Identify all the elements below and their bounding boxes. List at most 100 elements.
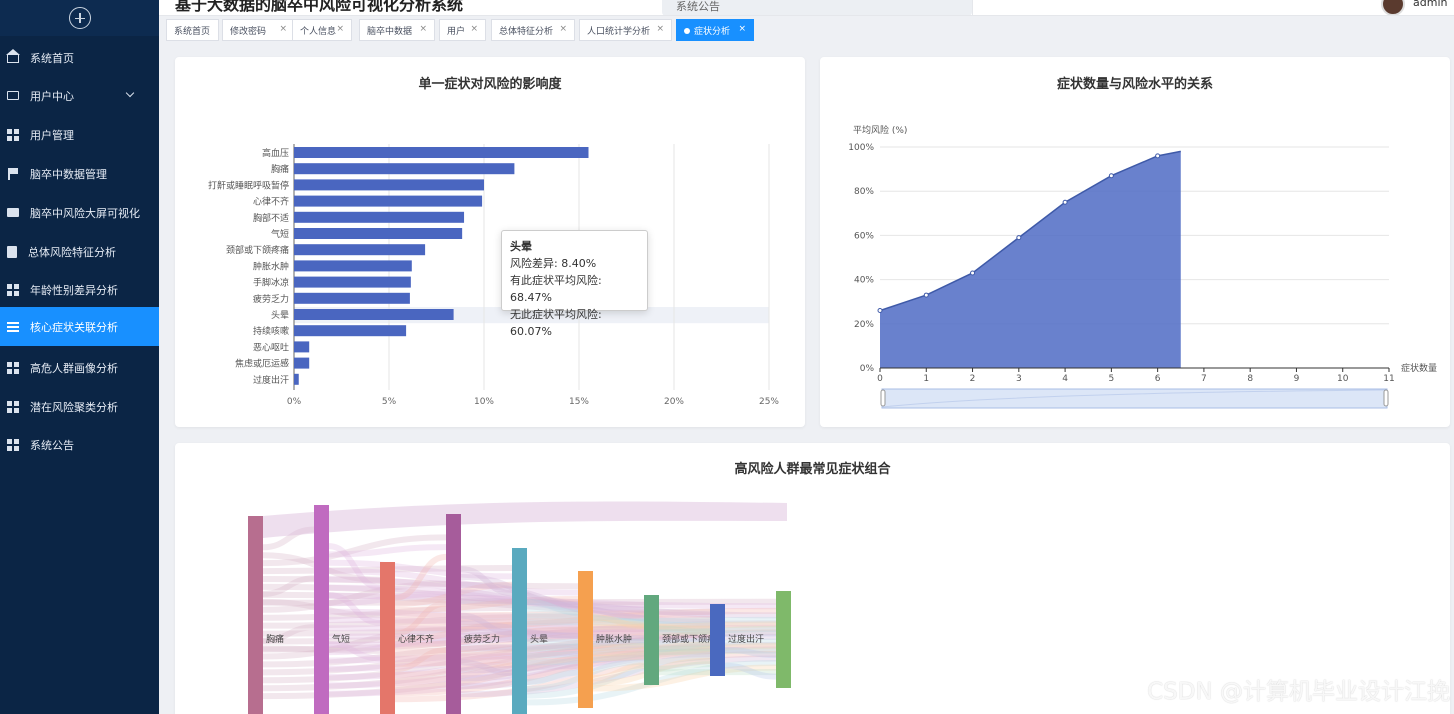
sidebar-item-label: 核心症状关联分析 bbox=[30, 320, 118, 334]
chevron-down-icon bbox=[125, 88, 135, 98]
grid-icon bbox=[7, 128, 19, 141]
tab-demographics[interactable]: 人口统计学分析 × bbox=[579, 19, 672, 41]
y-axis-title: 平均风险 (%) bbox=[853, 124, 907, 136]
y-tick-label: 100% bbox=[848, 143, 874, 153]
sidebar-item-user-management[interactable]: 用户管理 bbox=[0, 115, 159, 154]
sankey-node bbox=[776, 591, 791, 688]
close-icon[interactable]: × bbox=[656, 24, 664, 34]
zoom-slider bbox=[881, 388, 1388, 409]
tab-symptom-analysis[interactable]: 症状分析 × bbox=[676, 19, 754, 41]
chart-tooltip: 头晕 风险差异: 8.40% 有此症状平均风险: 68.47% 无此症状平均风险… bbox=[501, 230, 648, 338]
tab-label: 系统首页 bbox=[174, 26, 211, 37]
avatar[interactable] bbox=[1381, 0, 1405, 15]
sidebar-item-high-risk-profile[interactable]: 高危人群画像分析 bbox=[0, 348, 159, 387]
close-icon[interactable]: × bbox=[336, 24, 344, 34]
x-tick-label: 6 bbox=[1155, 374, 1161, 384]
username[interactable]: admin bbox=[1413, 0, 1447, 9]
x-tick-label: 0% bbox=[287, 397, 302, 407]
sidebar-item-announcements[interactable]: 系统公告 bbox=[0, 425, 159, 464]
tab-stroke-data[interactable]: 脑卒中数据 × bbox=[359, 19, 435, 41]
area-chart: 平均风险 (%) 0% 20% 40% 60% 80% 100% 0 1 2 3 4 5 6 7 8 9 10 11… bbox=[848, 124, 1437, 409]
x-tick-label: 5% bbox=[382, 397, 397, 407]
bar bbox=[294, 325, 407, 337]
page-title: 基于大数据的脑卒中风险可视化分析系统 bbox=[175, 0, 464, 14]
close-icon[interactable]: × bbox=[559, 24, 567, 34]
area-fill bbox=[880, 151, 1181, 368]
tab-home[interactable]: 系统首页 bbox=[166, 19, 219, 41]
grid-icon bbox=[7, 400, 19, 413]
y-tick-label: 60% bbox=[854, 231, 874, 241]
bar bbox=[294, 163, 515, 175]
bar bbox=[294, 276, 411, 288]
x-tick-label: 20% bbox=[664, 397, 684, 407]
tab-label: 总体特征分析 bbox=[499, 26, 554, 37]
notice-button[interactable]: 系统公告 bbox=[662, 0, 972, 15]
user-center-icon bbox=[7, 91, 19, 100]
add-circle-icon[interactable] bbox=[68, 7, 91, 29]
y-tick-label: 头晕 bbox=[271, 310, 289, 321]
y-tick-label: 恶心呕吐 bbox=[253, 342, 289, 353]
sidebar-item-stroke-data[interactable]: 脑卒中数据管理 bbox=[0, 154, 159, 193]
sidebar-item-age-gender[interactable]: 年龄性别差异分析 bbox=[0, 270, 159, 309]
sidebar-item-label: 潜在风险聚类分析 bbox=[30, 400, 118, 414]
sidebar-item-label: 年龄性别差异分析 bbox=[30, 283, 118, 297]
x-tick-label: 7 bbox=[1201, 374, 1207, 384]
tooltip-title: 头晕 bbox=[510, 240, 532, 253]
close-icon[interactable]: × bbox=[279, 24, 287, 34]
sankey-node-label: 过度出汗 bbox=[728, 633, 764, 645]
tab-change-password[interactable]: 修改密码 × bbox=[222, 19, 295, 41]
close-icon[interactable]: × bbox=[470, 24, 478, 34]
x-axis-title: 症状数量 bbox=[1401, 362, 1437, 374]
sidebar-item-label: 脑卒中风险大屏可视化 bbox=[30, 206, 140, 220]
tab-users[interactable]: 用户 × bbox=[439, 19, 486, 41]
close-icon[interactable]: × bbox=[738, 24, 746, 34]
list-icon bbox=[7, 320, 19, 333]
grid-icon bbox=[7, 438, 19, 451]
bar bbox=[294, 211, 465, 223]
sidebar-item-label: 总体风险特征分析 bbox=[28, 245, 116, 259]
header-divider bbox=[972, 0, 973, 15]
bar bbox=[294, 260, 412, 272]
y-tick-label: 80% bbox=[854, 187, 874, 197]
tab-overall-features[interactable]: 总体特征分析 × bbox=[491, 19, 575, 41]
sidebar: 系统首页 用户中心 用户管理 脑卒中数据管理 脑卒中风险大屏可视化 总体风险特征… bbox=[0, 0, 159, 714]
sankey-node bbox=[710, 604, 725, 676]
y-tick-label: 疲劳乏力 bbox=[253, 293, 289, 305]
tooltip-line: 有此症状平均风险: 68.47% bbox=[510, 274, 602, 304]
bar bbox=[294, 341, 310, 353]
sidebar-top bbox=[0, 0, 159, 36]
sankey-node bbox=[644, 595, 659, 685]
tab-profile[interactable]: 个人信息 × bbox=[292, 19, 352, 41]
sidebar-item-overall-risk[interactable]: 总体风险特征分析 bbox=[0, 232, 159, 271]
sankey-link bbox=[658, 645, 711, 652]
sankey-node bbox=[248, 516, 263, 714]
sidebar-item-label: 系统首页 bbox=[30, 51, 74, 65]
sidebar-item-home[interactable]: 系统首页 bbox=[0, 38, 159, 77]
tab-label: 用户 bbox=[447, 26, 466, 37]
bar bbox=[294, 195, 483, 207]
sankey-node-label: 气短 bbox=[332, 633, 350, 645]
y-tick-label: 焦虑或厄运感 bbox=[235, 358, 289, 370]
sidebar-item-user-center[interactable]: 用户中心 bbox=[0, 76, 159, 115]
bar bbox=[294, 357, 310, 369]
sidebar-item-symptom-correlation[interactable]: 核心症状关联分析 bbox=[0, 307, 159, 346]
sankey-node bbox=[578, 571, 593, 708]
x-tick-label: 10 bbox=[1337, 374, 1349, 384]
x-tick-label: 15% bbox=[569, 397, 589, 407]
sankey-node bbox=[512, 548, 527, 714]
y-tick-label: 打鼾或睡眠呼吸暂停 bbox=[208, 179, 289, 191]
sidebar-item-dashboard[interactable]: 脑卒中风险大屏可视化 bbox=[0, 193, 159, 232]
x-tick-label: 10% bbox=[474, 397, 494, 407]
watermark: CSDN @计算机毕业设计江挽 bbox=[1147, 679, 1450, 705]
sidebar-item-label: 高危人群画像分析 bbox=[30, 361, 118, 375]
sankey-node bbox=[446, 514, 461, 714]
tab-label: 症状分析 bbox=[694, 26, 731, 37]
flag-icon bbox=[7, 167, 19, 180]
tooltip-line: 风险差异: 8.40% bbox=[510, 257, 597, 270]
y-tick-label: 0% bbox=[860, 364, 875, 374]
bar bbox=[294, 179, 484, 191]
close-icon[interactable]: × bbox=[419, 24, 427, 34]
data-point bbox=[1062, 199, 1068, 205]
sidebar-item-clustering[interactable]: 潜在风险聚类分析 bbox=[0, 387, 159, 426]
sidebar-item-label: 系统公告 bbox=[30, 438, 74, 452]
